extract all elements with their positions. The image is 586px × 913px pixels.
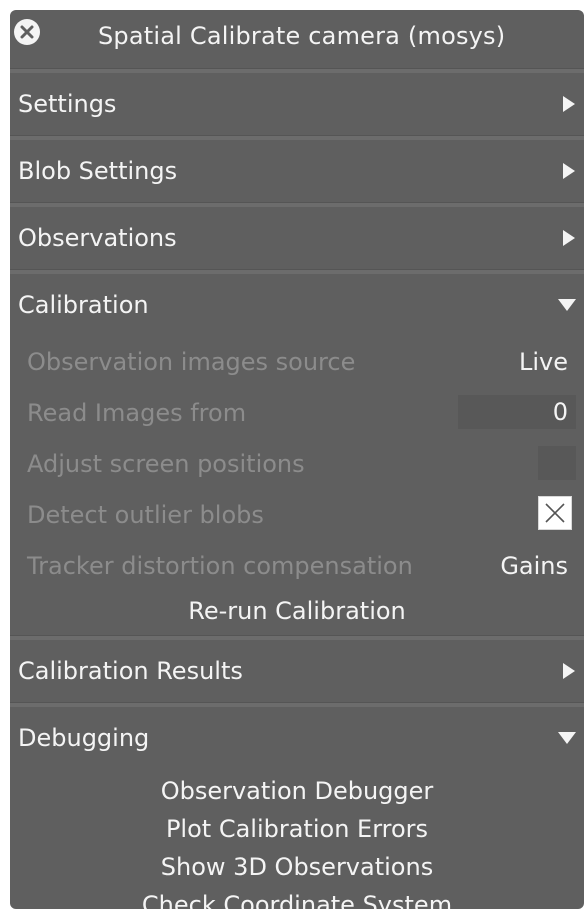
window-title: Spatial Calibrate camera (mosys) [98, 22, 506, 50]
title-bar: Spatial Calibrate camera (mosys) [10, 10, 584, 68]
rerun-calibration-button[interactable]: Re-run Calibration [10, 591, 584, 635]
section-debugging[interactable]: Debugging [10, 707, 584, 769]
detect-outlier-blobs-checkbox[interactable] [538, 496, 572, 530]
section-calibration-results-label: Calibration Results [18, 657, 243, 685]
section-observations[interactable]: Observations [10, 207, 584, 269]
section-settings[interactable]: Settings [10, 73, 584, 135]
observation-debugger-button[interactable]: Observation Debugger [10, 773, 584, 811]
close-icon[interactable] [14, 19, 40, 45]
triangle-right-icon [562, 163, 576, 179]
section-blob-settings-label: Blob Settings [18, 157, 178, 185]
triangle-right-icon [562, 230, 576, 246]
section-debugging-label: Debugging [18, 724, 150, 752]
checkbox-x-icon [545, 503, 565, 523]
triangle-down-icon [558, 731, 576, 745]
detect-outlier-blobs-label: Detect outlier blobs [27, 500, 264, 529]
tracker-distortion-compensation-label: Tracker distortion compensation [27, 551, 413, 580]
row-adjust-screen-positions: Adjust screen positions [10, 438, 584, 489]
plot-calibration-errors-button[interactable]: Plot Calibration Errors [10, 811, 584, 849]
section-calibration-label: Calibration [18, 291, 149, 319]
section-calibration[interactable]: Calibration [10, 274, 584, 336]
row-observation-images-source: Observation images source Live [10, 336, 584, 387]
read-images-from-field[interactable]: 0 [458, 395, 576, 429]
calibration-panel: Spatial Calibrate camera (mosys) Setting… [10, 10, 584, 909]
debugging-actions: Observation Debugger Plot Calibration Er… [10, 769, 584, 909]
section-settings-label: Settings [18, 90, 117, 118]
triangle-right-icon [562, 663, 576, 679]
adjust-screen-positions-label: Adjust screen positions [27, 449, 305, 478]
observation-images-source-value[interactable]: Live [519, 348, 568, 376]
section-observations-label: Observations [18, 224, 177, 252]
check-coordinate-system-button[interactable]: Check Coordinate System [10, 887, 584, 909]
show-3d-observations-button[interactable]: Show 3D Observations [10, 849, 584, 887]
section-blob-settings[interactable]: Blob Settings [10, 140, 584, 202]
observation-images-source-label: Observation images source [27, 347, 356, 376]
row-tracker-distortion-compensation: Tracker distortion compensation Gains [10, 540, 584, 591]
row-detect-outlier-blobs: Detect outlier blobs [10, 489, 584, 540]
row-read-images-from: Read Images from 0 [10, 387, 584, 438]
read-images-from-label: Read Images from [27, 398, 247, 427]
tracker-distortion-compensation-value[interactable]: Gains [500, 552, 568, 580]
adjust-screen-positions-field[interactable] [538, 446, 576, 480]
triangle-down-icon [558, 298, 576, 312]
triangle-right-icon [562, 96, 576, 112]
section-calibration-results[interactable]: Calibration Results [10, 640, 584, 702]
